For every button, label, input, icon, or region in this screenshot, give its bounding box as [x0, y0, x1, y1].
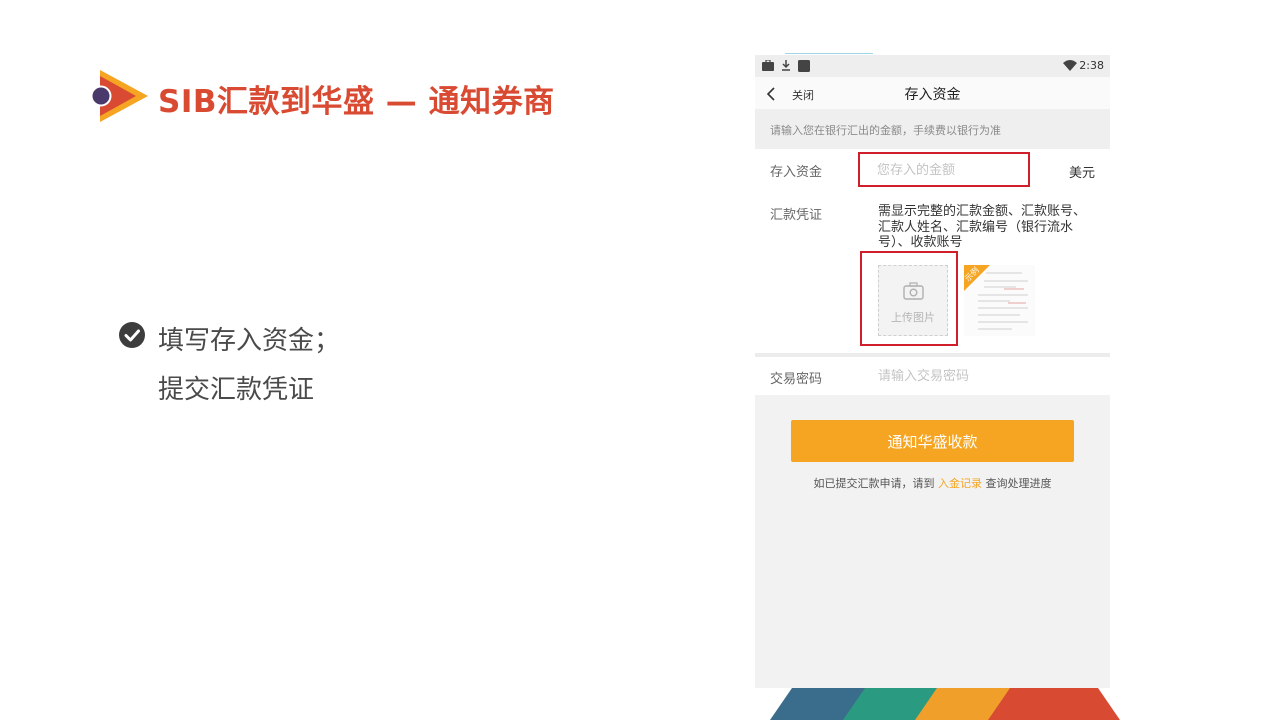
status-time: 2:38 — [1079, 59, 1104, 72]
password-row: 交易密码 — [755, 357, 1110, 395]
footer-prefix: 如已提交汇款申请，请到 — [813, 477, 938, 490]
check-circle-icon — [119, 322, 145, 348]
amount-input[interactable] — [869, 159, 1045, 181]
slide-title: SIB汇款到华盛 — 通知券商 — [158, 84, 555, 120]
briefcase-icon — [762, 60, 774, 71]
footer-suffix: 查询处理进度 — [982, 477, 1052, 490]
hint-bar: 请输入您在银行汇出的金额，手续费以银行为准 — [755, 109, 1110, 149]
wifi-icon — [1063, 60, 1077, 71]
notify-huasheng-button[interactable]: 通知华盛收款 — [791, 420, 1074, 462]
square-icon — [798, 60, 810, 72]
footer-note: 如已提交汇款申请，请到 入金记录 查询处理进度 — [755, 475, 1110, 491]
status-bar: 2:38 — [755, 55, 1110, 77]
password-label: 交易密码 — [770, 372, 823, 387]
bullet-line-1: 填写存入资金； — [158, 326, 341, 356]
voucher-description: 需显示完整的汇款金额、汇款账号、汇款人姓名、汇款编号（银行流水号）、收款账号 — [878, 204, 1087, 250]
upload-image-button[interactable]: 上传图片 — [878, 265, 948, 336]
nav-bar: 关闭 存入资金 — [755, 77, 1110, 109]
phone-screenshot: 2:38 关闭 存入资金 请输入您在银行汇出的金额，手续费以银行为准 存入资金 … — [755, 55, 1110, 688]
decorative-color-bands — [770, 688, 1120, 720]
upload-label: 上传图片 — [891, 311, 935, 324]
sample-voucher-image[interactable]: 示例 — [964, 265, 1035, 336]
voucher-label: 汇款凭证 — [770, 208, 823, 223]
bullet-line-2: 提交汇款凭证 — [158, 375, 315, 405]
download-icon — [782, 60, 790, 71]
deposit-records-link[interactable]: 入金记录 — [938, 477, 982, 490]
logo-arrow-icon — [90, 70, 148, 122]
page-title: 存入资金 — [904, 87, 961, 103]
currency-unit: 美元 — [1069, 166, 1096, 181]
password-input[interactable] — [871, 365, 1085, 387]
hint-text: 请输入您在银行汇出的金额，手续费以银行为准 — [770, 124, 1001, 137]
camera-icon — [903, 282, 924, 300]
phone-top-accent-line — [785, 53, 873, 54]
amount-label: 存入资金 — [770, 165, 823, 180]
